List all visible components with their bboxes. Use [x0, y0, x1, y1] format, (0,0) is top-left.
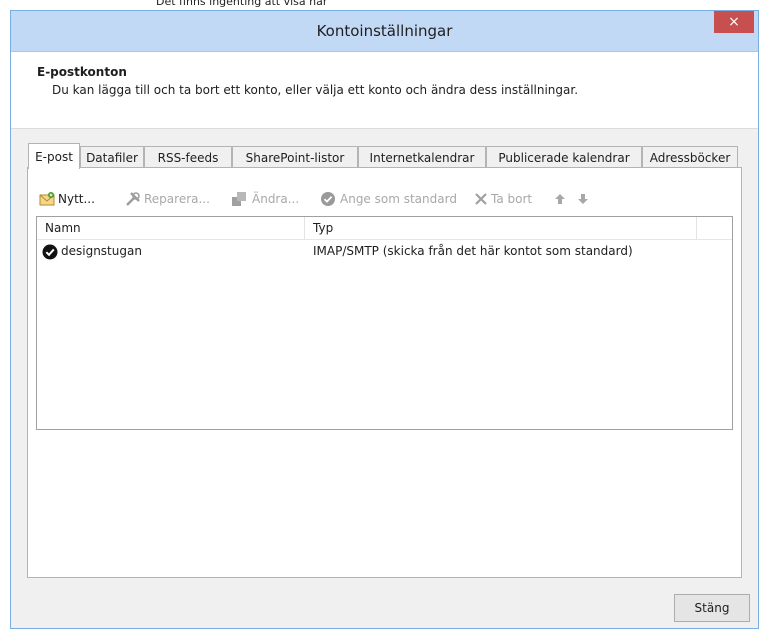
new-account-button[interactable]: Nytt... — [39, 188, 121, 210]
tab-sharepoint-listor[interactable]: SharePoint-listor — [232, 146, 358, 168]
close-button[interactable]: Stäng — [674, 594, 750, 622]
tab-publicerade-kalendrar[interactable]: Publicerade kalendrar — [486, 146, 642, 168]
table-row[interactable]: designstugan IMAP/SMTP (skicka från det … — [37, 241, 732, 263]
background-text: Det finns ingenting att visa här — [156, 0, 328, 8]
new-mail-icon — [39, 192, 55, 206]
arrow-down-icon — [578, 194, 588, 204]
tab-datafiler[interactable]: Datafiler — [80, 146, 144, 168]
column-header-name[interactable]: Namn — [45, 221, 81, 235]
account-type: IMAP/SMTP (skicka från det här kontot so… — [313, 244, 633, 258]
header-area: E-postkonton Du kan lägga till och ta bo… — [11, 52, 758, 129]
tab-rss-feeds[interactable]: RSS-feeds — [144, 146, 232, 168]
remove-button[interactable]: Ta bort — [473, 188, 545, 210]
list-header: Namn Typ — [37, 217, 732, 240]
tab-internetkalendrar[interactable]: Internetkalendrar — [358, 146, 486, 168]
tools-icon — [126, 192, 140, 206]
delete-icon — [475, 193, 487, 205]
background-window-strip: Det finns ingenting att visa här — [0, 0, 773, 10]
repair-button[interactable]: Reparera... — [125, 188, 225, 210]
column-header-type[interactable]: Typ — [313, 221, 333, 235]
change-button[interactable]: Ändra... — [231, 188, 315, 210]
move-down-button[interactable] — [575, 188, 591, 210]
column-divider[interactable] — [696, 217, 697, 239]
close-icon: × — [728, 14, 740, 30]
repair-label: Reparera... — [144, 192, 210, 206]
arrow-up-icon — [555, 194, 565, 204]
change-label: Ändra... — [252, 192, 300, 206]
section-title: E-postkonton — [37, 65, 127, 79]
e-post-panel: Nytt... Reparera... Ändra... Ange som st… — [27, 167, 742, 578]
check-icon — [321, 192, 335, 206]
title-bar[interactable]: Kontoinställningar × — [11, 11, 758, 52]
move-up-button[interactable] — [552, 188, 568, 210]
tab-e-post[interactable]: E-post — [28, 143, 80, 169]
new-account-label: Nytt... — [58, 192, 95, 206]
column-divider[interactable] — [304, 217, 305, 239]
set-default-button[interactable]: Ange som standard — [320, 188, 470, 210]
change-icon — [232, 192, 246, 206]
set-default-label: Ange som standard — [340, 192, 457, 206]
section-description: Du kan lägga till och ta bort ett konto,… — [52, 83, 579, 97]
accounts-list[interactable]: Namn Typ designstugan IMAP/SMTP (skicka … — [36, 216, 733, 430]
tab-adressbocker[interactable]: Adressböcker — [642, 146, 738, 168]
account-settings-dialog: Kontoinställningar × E-postkonton Du kan… — [10, 10, 759, 629]
close-window-button[interactable]: × — [714, 11, 754, 33]
account-name: designstugan — [61, 244, 142, 258]
dialog-title: Kontoinställningar — [316, 22, 453, 40]
default-account-check-icon — [42, 244, 58, 260]
remove-label: Ta bort — [491, 192, 533, 206]
